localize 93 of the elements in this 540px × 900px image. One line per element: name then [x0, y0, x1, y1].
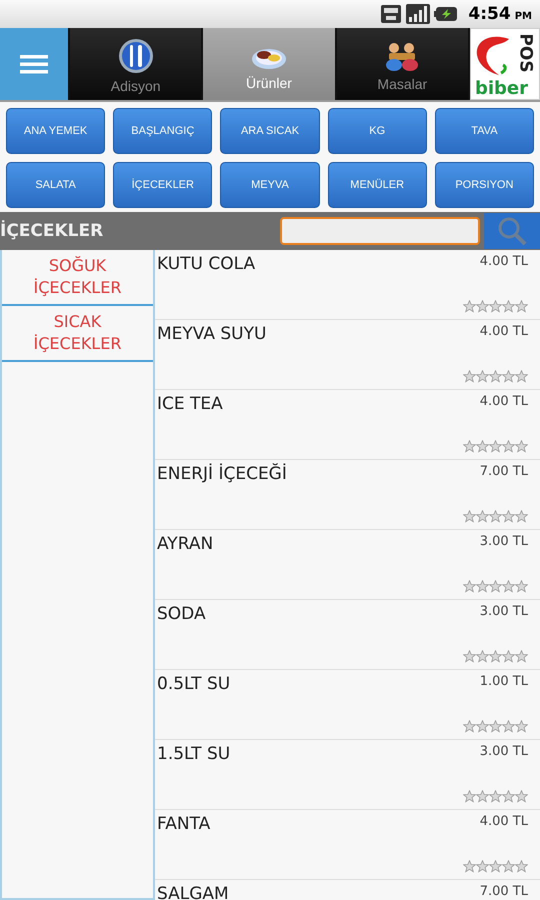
product-name[interactable]: ICE TEA	[157, 394, 223, 414]
star-icon	[463, 580, 476, 593]
menu-icon	[20, 54, 48, 74]
star-icon	[502, 580, 515, 593]
search-icon	[497, 216, 527, 246]
star-icon	[515, 440, 528, 453]
product-name[interactable]: 1.5LT SU	[157, 744, 230, 764]
star-icon	[476, 300, 489, 313]
star-icon	[463, 860, 476, 873]
star-icon	[463, 790, 476, 803]
category-button[interactable]: MENÜLER	[328, 162, 427, 208]
category-button[interactable]: SALATA	[6, 162, 106, 208]
star-icon	[476, 370, 489, 383]
menu-button[interactable]	[0, 28, 68, 100]
star-icon	[476, 440, 489, 453]
product-name[interactable]: AYRAN	[157, 534, 214, 554]
category-button[interactable]: TAVA	[434, 108, 534, 154]
star-icon	[502, 370, 515, 383]
product-price: 3.00 TL	[480, 604, 528, 621]
star-icon	[489, 720, 502, 733]
tab[interactable]: Masalar	[336, 28, 468, 100]
logo-text: biber	[474, 78, 528, 99]
star-icon	[502, 300, 515, 313]
product-name[interactable]: KUTU COLA	[157, 254, 256, 274]
cutlery-icon	[118, 38, 154, 74]
star-icon	[515, 370, 528, 383]
star-icon	[463, 440, 476, 453]
battery-icon	[434, 6, 458, 22]
star-icon	[476, 650, 489, 663]
star-icon	[515, 860, 528, 873]
star-icon	[463, 650, 476, 663]
star-icon	[489, 650, 502, 663]
star-icon	[502, 650, 515, 663]
product-price: 7.00 TL	[480, 464, 528, 481]
star-icon	[489, 510, 502, 523]
people-icon	[384, 40, 420, 72]
product-price: 1.00 TL	[480, 674, 528, 691]
star-icon	[489, 300, 502, 313]
clock-time: 4:54	[468, 4, 511, 24]
star-icon	[476, 790, 489, 803]
star-icon	[489, 860, 502, 873]
star-icon	[463, 510, 476, 523]
logo-pos-text: POS	[515, 33, 536, 73]
star-icon	[476, 510, 489, 523]
star-icon	[515, 300, 528, 313]
signal-icon	[406, 4, 430, 24]
star-icon	[489, 370, 502, 383]
star-icon	[502, 510, 515, 523]
search-field[interactable]	[280, 217, 480, 245]
star-icon	[489, 440, 502, 453]
category-button[interactable]: BAŞLANGIÇ	[113, 108, 212, 154]
star-icon	[515, 650, 528, 663]
clock-meridiem: PM	[514, 10, 532, 22]
category-button[interactable]: ARA SICAK	[220, 108, 320, 154]
star-icon	[515, 580, 528, 593]
product-price: 3.00 TL	[480, 744, 528, 761]
product-name[interactable]: FANTA	[157, 814, 210, 834]
product-price: 3.00 TL	[480, 534, 528, 551]
search-button[interactable]	[484, 213, 540, 249]
category-button[interactable]: PORSIYON	[434, 162, 534, 208]
star-icon	[515, 790, 528, 803]
section-title: İÇECEKLER	[0, 221, 104, 241]
tab[interactable]: Adisyon	[70, 28, 202, 100]
product-name[interactable]: MEYVA SUYU	[157, 324, 266, 344]
star-icon	[476, 860, 489, 873]
product-name[interactable]: 0.5LT SU	[157, 674, 230, 694]
star-icon	[502, 860, 515, 873]
product-price: 7.00 TL	[480, 884, 528, 900]
product-name[interactable]: SALGAM	[157, 884, 229, 900]
category-button[interactable]: MEYVA	[220, 162, 320, 208]
star-icon	[502, 440, 515, 453]
tab[interactable]: Ürünler	[203, 28, 335, 100]
product-price: 4.00 TL	[480, 814, 528, 831]
product-price: 4.00 TL	[480, 324, 528, 341]
category-button[interactable]: KG	[328, 108, 427, 154]
product-name[interactable]: ENERJİ İÇECEĞİ	[157, 464, 287, 484]
star-icon	[515, 720, 528, 733]
star-icon	[502, 790, 515, 803]
product-price: 4.00 TL	[480, 394, 528, 411]
star-icon	[476, 720, 489, 733]
network-icon	[380, 4, 402, 24]
star-icon	[489, 790, 502, 803]
star-icon	[463, 370, 476, 383]
star-icon	[476, 580, 489, 593]
category-button[interactable]: İÇECEKLER	[113, 162, 212, 208]
star-icon	[515, 510, 528, 523]
star-icon	[489, 580, 502, 593]
star-icon	[463, 720, 476, 733]
product-name[interactable]: SODA	[157, 604, 206, 624]
star-icon	[502, 720, 515, 733]
product-price: 4.00 TL	[480, 254, 528, 271]
star-icon	[463, 300, 476, 313]
category-button[interactable]: ANA YEMEK	[6, 108, 106, 154]
